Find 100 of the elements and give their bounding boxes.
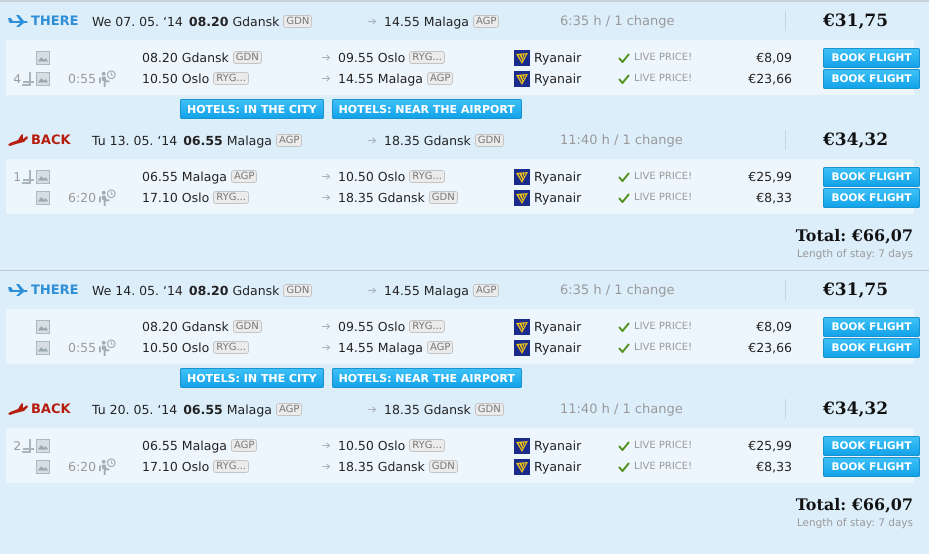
departure-time: 06.55 (183, 402, 223, 416)
airport-code: AGP (472, 14, 500, 28)
date-text: We 07. 05. ‘14 (92, 14, 183, 28)
arrow-icon (322, 194, 331, 201)
segment-price: €8,09 (755, 50, 792, 65)
departure-time: 08.20 (142, 50, 178, 65)
city-name: Malaga (378, 71, 423, 86)
seat-icon (22, 72, 34, 86)
hotels-button[interactable]: HOTELS: NEAR THE AIRPORT (332, 368, 522, 388)
person-clock-icon (99, 189, 116, 206)
layover-time: 0:55 (68, 340, 96, 355)
book-flight-button[interactable]: BOOK FLIGHT (823, 68, 920, 88)
arrow-icon (322, 54, 331, 61)
airport-code: RYG... (213, 72, 249, 85)
city-name: Gdansk (232, 282, 280, 298)
check-icon (618, 52, 630, 62)
image-icon (36, 72, 50, 86)
harp-logo-icon (514, 318, 530, 334)
arrival-time: 18.35 (384, 402, 420, 416)
arrival-time: 09.55 (338, 50, 374, 65)
date-text: Tu 13. 05. ‘14 (92, 132, 178, 148)
book-flight-button[interactable]: BOOK FLIGHT (823, 166, 920, 186)
book-flight-button[interactable]: BOOK FLIGHT (823, 188, 920, 208)
layover-time: 0:55 (68, 71, 96, 86)
stay-length: Length of stay: 7 days (796, 517, 914, 529)
segment-price: €8,09 (755, 319, 792, 334)
city-name: Gdansk (378, 459, 425, 474)
airport-code: GDN (283, 14, 312, 28)
airline-name: Ryanair (534, 169, 582, 184)
direction-label: BACK (31, 402, 71, 416)
plane-icon (8, 403, 28, 415)
harp-logo-icon (514, 438, 530, 454)
live-price-label: LIVE PRICE! (634, 192, 692, 203)
airport-code: AGP (276, 402, 302, 416)
city-name: Oslo (378, 169, 406, 184)
city-name: Oslo (378, 50, 406, 65)
airport-code: GDN (283, 284, 312, 296)
city-name: Oslo (378, 319, 406, 334)
image-icon (36, 460, 50, 474)
city-name: Oslo (378, 438, 406, 453)
airport-code: AGP (230, 439, 258, 452)
book-flight-button[interactable]: BOOK FLIGHT (823, 436, 920, 456)
airport-code: RYG... (409, 320, 445, 333)
direction-label: THERE (31, 14, 79, 28)
arrow-icon (368, 18, 377, 24)
live-price-label: LIVE PRICE! (634, 342, 692, 353)
arrival-time: 18.35 (338, 459, 374, 474)
image-icon (36, 50, 50, 64)
airport-code: AGP (472, 284, 500, 296)
duration-text: 6:35 h / 1 change (560, 282, 676, 298)
city-name: Gdansk (424, 132, 471, 148)
arrow-icon (368, 286, 377, 294)
harp-logo-icon (514, 340, 530, 356)
airline-name: Ryanair (534, 190, 582, 205)
airline-name: Ryanair (534, 319, 582, 334)
total-price: Total: €66,07 (794, 226, 914, 245)
harp-logo-icon (514, 458, 530, 474)
airport-code: RYG... (409, 51, 445, 64)
city-name: Oslo (182, 459, 210, 474)
image-icon (36, 340, 50, 354)
hotels-button[interactable]: HOTELS: IN THE CITY (180, 368, 324, 388)
segment-price: €8,33 (755, 190, 792, 205)
check-icon (618, 462, 630, 472)
airport-code: AGP (426, 72, 454, 85)
layover-time: 6:20 (68, 459, 96, 474)
date-text: Tu 20. 05. ‘14 (92, 402, 178, 416)
total-price: Total: €66,07 (794, 495, 914, 514)
leg-price: €31,75 (785, 11, 925, 31)
segment-price: €25,99 (747, 169, 792, 184)
airport-code: AGP (276, 134, 302, 146)
book-flight-button[interactable]: BOOK FLIGHT (823, 316, 920, 336)
book-flight-button[interactable]: BOOK FLIGHT (823, 456, 920, 476)
city-name: Oslo (182, 71, 210, 86)
airport-code: GDN (474, 402, 504, 416)
airport-code: GDN (232, 51, 262, 64)
city-name: Malaga (424, 14, 469, 28)
book-flight-button[interactable]: BOOK FLIGHT (823, 48, 920, 68)
duration-text: 11:40 h / 1 change (560, 402, 684, 416)
check-icon (618, 440, 630, 450)
seat-icon (22, 438, 34, 452)
segment-price: €25,99 (747, 438, 792, 453)
book-flight-button[interactable]: BOOK FLIGHT (823, 338, 920, 358)
person-clock-icon (99, 339, 116, 356)
image-icon (36, 438, 50, 452)
arrival-time: 14.55 (338, 71, 374, 86)
direction-label: THERE (31, 282, 79, 298)
departure-time: 17.10 (142, 190, 178, 205)
person-clock-icon (99, 458, 116, 475)
arrival-time: 10.50 (338, 169, 374, 184)
airport-code: GDN (428, 191, 458, 204)
duration-text: 6:35 h / 1 change (560, 14, 676, 28)
image-icon (36, 320, 50, 334)
hotels-button[interactable]: HOTELS: IN THE CITY (180, 99, 324, 119)
live-price-label: LIVE PRICE! (634, 461, 692, 472)
arrival-time: 14.55 (384, 282, 420, 298)
hotels-button[interactable]: HOTELS: NEAR THE AIRPORT (332, 99, 522, 119)
live-price-label: LIVE PRICE! (634, 73, 692, 84)
live-price-label: LIVE PRICE! (634, 440, 692, 451)
airline-name: Ryanair (534, 438, 582, 453)
departure-time: 10.50 (142, 340, 178, 355)
